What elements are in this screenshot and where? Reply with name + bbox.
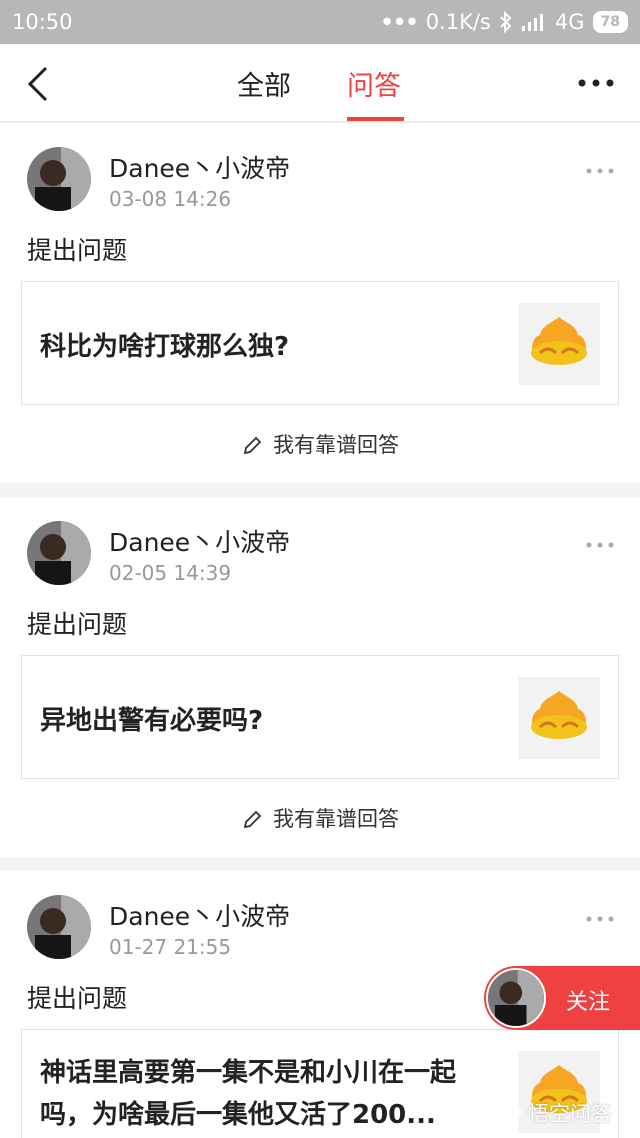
answer-button[interactable]: 我有靠谱回答 bbox=[0, 429, 640, 459]
chat-bubble-icon bbox=[499, 1103, 521, 1123]
follow-label: 关注 bbox=[566, 990, 611, 1015]
action-text: 提出问题 bbox=[27, 236, 128, 265]
pencil-icon bbox=[243, 810, 262, 829]
question-title[interactable]: 科比为啥打球那么独? bbox=[40, 326, 289, 363]
question-card[interactable]: Danee丶小波帝 03-08 14:26 提出问题 科比为啥打球那么独? 我有… bbox=[0, 123, 640, 483]
follow-button[interactable]: 关注 bbox=[484, 966, 640, 1030]
network-speed: 0.1K/s bbox=[425, 10, 491, 34]
battery-icon: 78 bbox=[592, 11, 628, 33]
action-text: 提出问题 bbox=[27, 610, 128, 639]
post-date: 03-08 14:26 bbox=[109, 187, 232, 211]
more-options-icon[interactable] bbox=[586, 916, 614, 922]
avatar[interactable] bbox=[27, 147, 91, 211]
nav-bar: 全部 问答 bbox=[0, 44, 640, 122]
username[interactable]: Danee丶小波帝 bbox=[109, 523, 290, 559]
signal-icon bbox=[521, 14, 543, 31]
username[interactable]: Danee丶小波帝 bbox=[109, 897, 290, 933]
watermark: 悟空问答 bbox=[498, 1098, 612, 1128]
question-title[interactable]: 异地出警有必要吗? bbox=[40, 700, 263, 737]
status-right: ••• 0.1K/s 4G 78 bbox=[380, 10, 628, 34]
question-card[interactable]: Danee丶小波帝 02-05 14:39 提出问题 异地出警有必要吗? 我有靠… bbox=[0, 497, 640, 857]
answer-button[interactable]: 我有靠谱回答 bbox=[0, 803, 640, 833]
pencil-icon bbox=[243, 436, 262, 455]
bluetooth-icon bbox=[500, 11, 512, 33]
avatar[interactable] bbox=[27, 895, 91, 959]
status-time: 10:50 bbox=[12, 10, 73, 34]
notification-dots: ••• bbox=[380, 10, 418, 34]
follow-avatar bbox=[486, 968, 546, 1028]
status-bar: 10:50 ••• 0.1K/s 4G 78 bbox=[0, 0, 640, 44]
wukong-logo-thumbnail bbox=[518, 303, 600, 385]
avatar[interactable] bbox=[27, 521, 91, 585]
more-options-icon[interactable] bbox=[586, 168, 614, 174]
answer-label: 我有靠谱回答 bbox=[273, 807, 399, 831]
post-date: 01-27 21:55 bbox=[109, 935, 232, 959]
answer-label: 我有靠谱回答 bbox=[273, 433, 399, 457]
more-options-icon[interactable] bbox=[578, 78, 614, 88]
post-date: 02-05 14:39 bbox=[109, 561, 232, 585]
username[interactable]: Danee丶小波帝 bbox=[109, 149, 290, 185]
watermark-text: 悟空问答 bbox=[528, 1102, 612, 1126]
wukong-logo-thumbnail bbox=[518, 677, 600, 759]
question-box[interactable]: 科比为啥打球那么独? bbox=[21, 281, 619, 405]
more-options-icon[interactable] bbox=[586, 542, 614, 548]
question-box[interactable]: 异地出警有必要吗? bbox=[21, 655, 619, 779]
tab-all[interactable]: 全部 bbox=[237, 64, 291, 103]
question-title[interactable]: 神话里高要第一集不是和小川在一起吗，为啥最后一集他又活了200... bbox=[40, 1052, 480, 1136]
back-arrow-icon[interactable] bbox=[24, 64, 64, 104]
network-type: 4G bbox=[554, 10, 585, 34]
tab-qa[interactable]: 问答 bbox=[347, 64, 401, 103]
active-tab-indicator bbox=[347, 117, 404, 121]
action-text: 提出问题 bbox=[27, 984, 128, 1013]
